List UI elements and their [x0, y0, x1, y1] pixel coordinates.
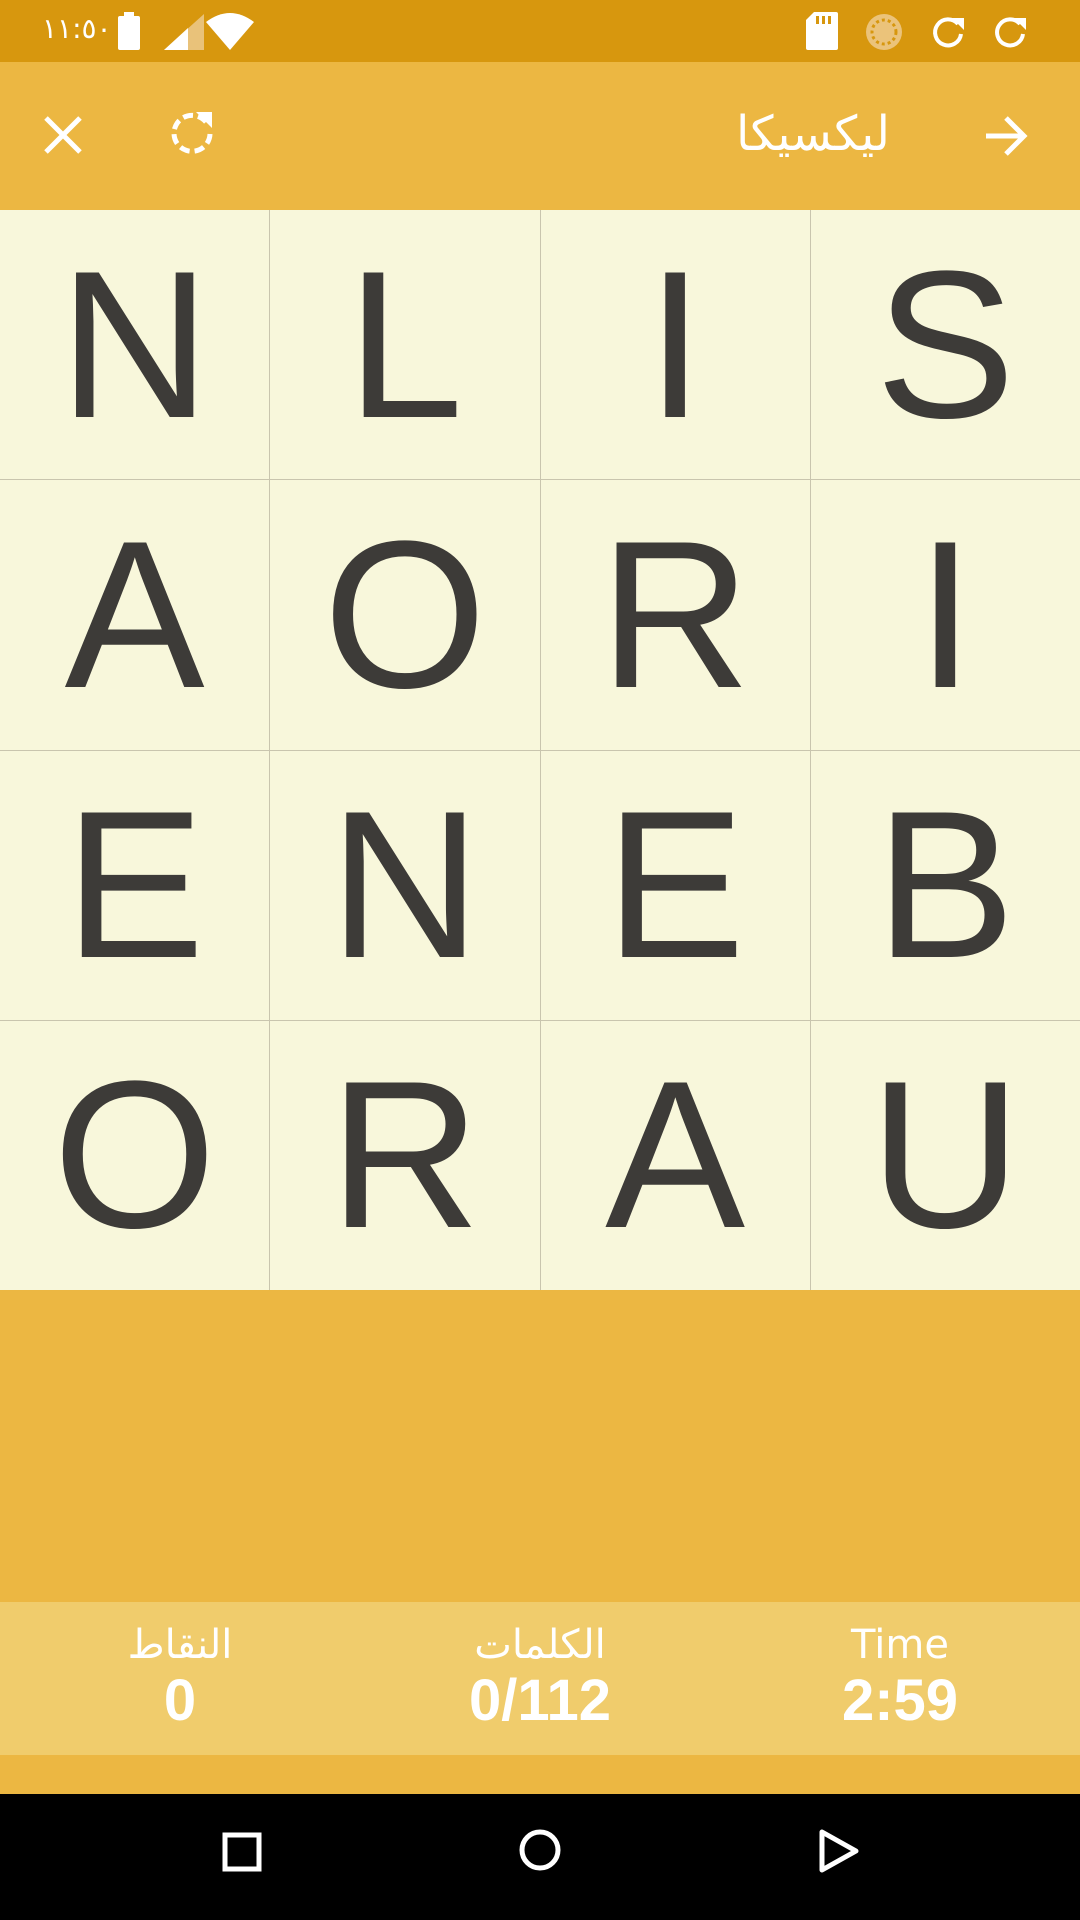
- sync-circle-icon: [866, 14, 902, 50]
- time-label: Time: [851, 1622, 949, 1668]
- app-title: ليكسيكا: [735, 106, 890, 162]
- close-icon[interactable]: [40, 112, 86, 158]
- current-word-area: [0, 1290, 1080, 1602]
- letter-tile[interactable]: U: [810, 1020, 1080, 1290]
- recents-square-icon[interactable]: [222, 1832, 262, 1872]
- score-value: 0: [163, 1668, 197, 1733]
- letter-tile[interactable]: N: [270, 750, 540, 1020]
- letter-tile[interactable]: B: [810, 750, 1080, 1020]
- restart-icon[interactable]: [166, 108, 218, 160]
- bottom-strip: [0, 1755, 1080, 1794]
- refresh-icon: [933, 17, 964, 48]
- navigation-bar: [0, 1794, 1080, 1920]
- letter-tile[interactable]: R: [270, 1020, 540, 1290]
- time-value: 2:59: [841, 1668, 959, 1733]
- words-label: الكلمات: [474, 1622, 606, 1668]
- refresh-icon: [995, 17, 1026, 48]
- status-bar: ١١:٥٠: [0, 0, 1080, 62]
- letter-tile[interactable]: S: [810, 210, 1080, 480]
- time-stat: Time 2:59: [770, 1620, 1030, 1732]
- score-stat: النقاط 0: [50, 1620, 310, 1732]
- wifi-icon: [206, 13, 254, 50]
- status-time: ١١:٥٠: [42, 12, 112, 45]
- toolbar: [0, 62, 1080, 210]
- score-label: النقاط: [127, 1622, 233, 1668]
- home-circle-icon[interactable]: [518, 1828, 562, 1872]
- arrow-right-icon[interactable]: [982, 112, 1030, 160]
- words-stat: الكلمات 0/112: [410, 1620, 670, 1732]
- signal-icon: [164, 14, 204, 50]
- battery-icon: [118, 12, 140, 50]
- letter-tile[interactable]: L: [270, 210, 540, 480]
- stats-bar: النقاط 0 الكلمات 0/112 Time 2:59: [0, 1602, 1080, 1755]
- words-value: 0/112: [469, 1668, 611, 1733]
- letter-tile[interactable]: I: [540, 210, 810, 480]
- letter-board: N L I S A O R I E N E B O R A U: [0, 210, 1080, 1290]
- letter-tile[interactable]: E: [0, 750, 270, 1020]
- sd-card-icon: [806, 12, 838, 50]
- back-triangle-icon[interactable]: [818, 1828, 860, 1874]
- letter-tile[interactable]: R: [540, 480, 810, 750]
- letter-tile[interactable]: O: [270, 480, 540, 750]
- letter-tile[interactable]: A: [540, 1020, 810, 1290]
- letter-tile[interactable]: I: [810, 480, 1080, 750]
- letter-tile[interactable]: A: [0, 480, 270, 750]
- letter-tile[interactable]: E: [540, 750, 810, 1020]
- letter-tile[interactable]: O: [0, 1020, 270, 1290]
- letter-tile[interactable]: N: [0, 210, 270, 480]
